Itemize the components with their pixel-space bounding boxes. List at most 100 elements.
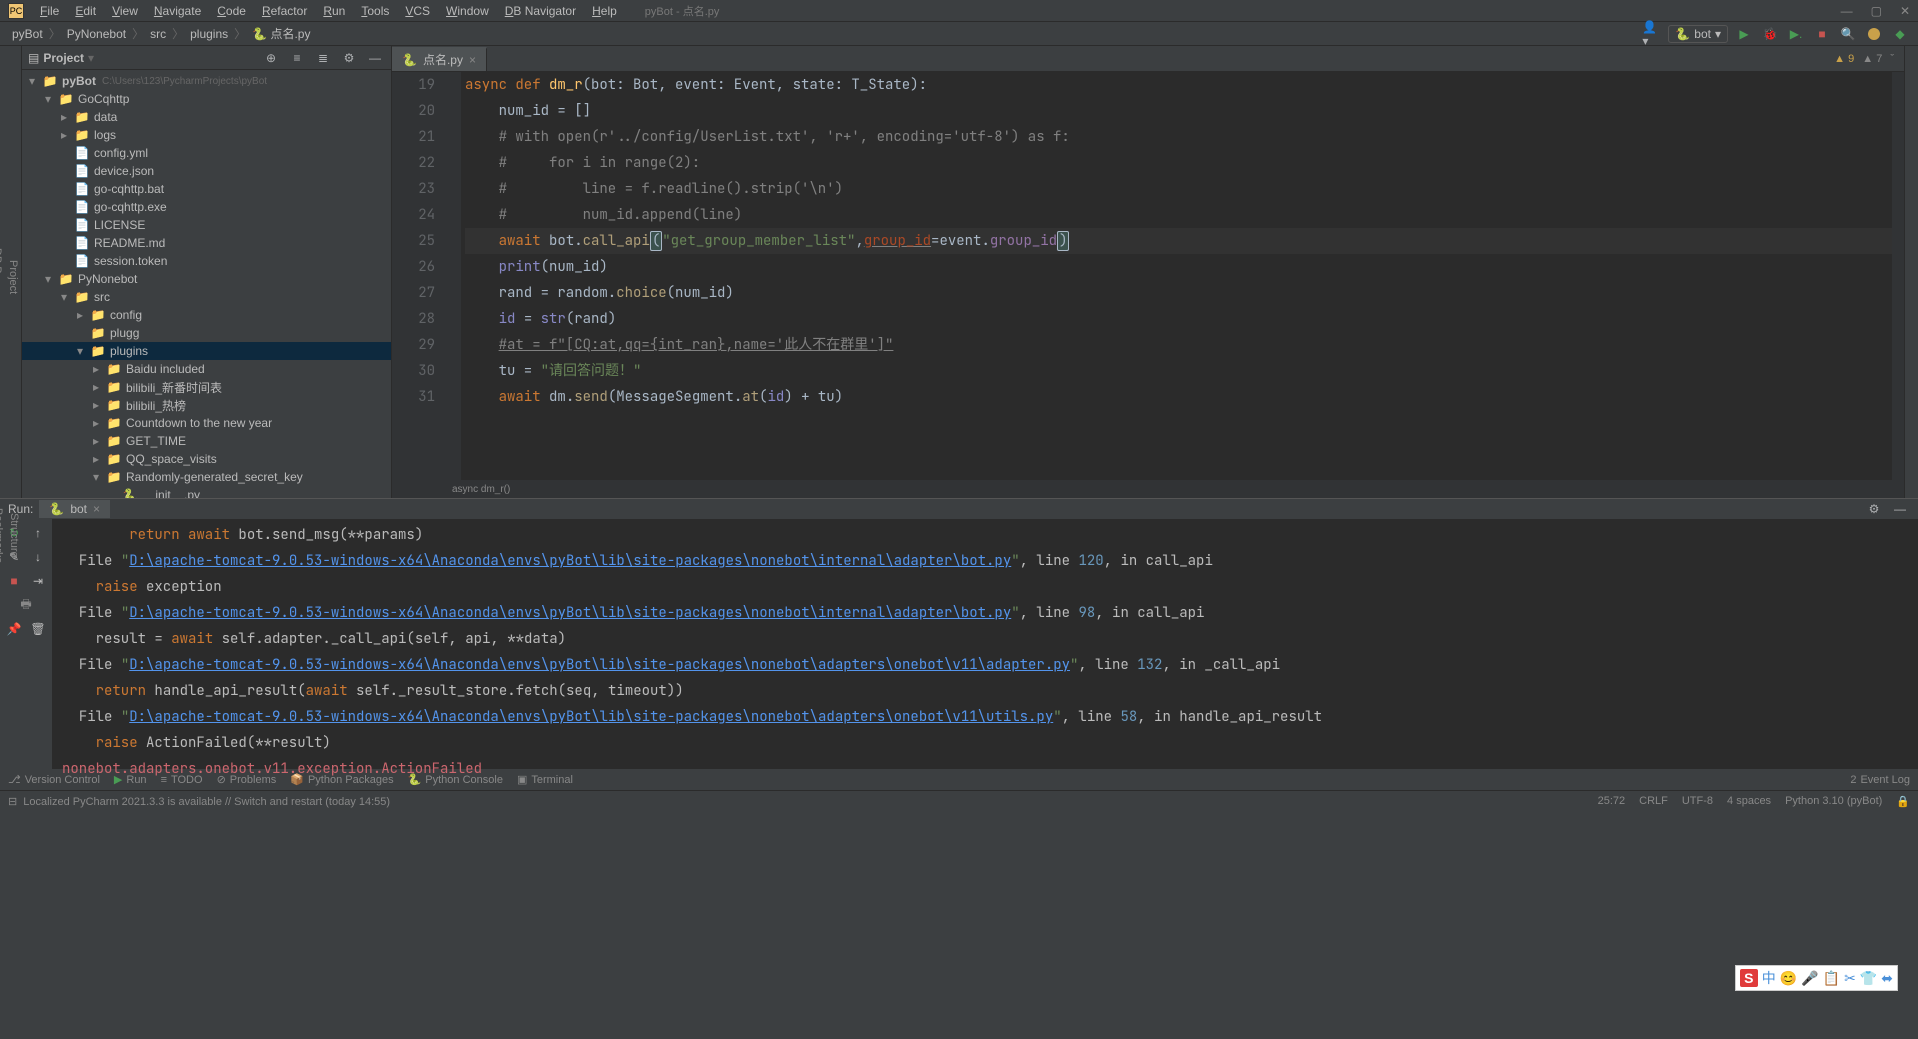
- menu-tools[interactable]: Tools: [353, 2, 397, 20]
- bottom-tab-python-console[interactable]: 🐍 Python Console: [408, 773, 503, 786]
- status-lock-icon[interactable]: 🔒: [1896, 795, 1910, 808]
- down-stack-button[interactable]: ↓: [28, 547, 48, 567]
- code-line[interactable]: # for i in range(2):: [465, 150, 1892, 176]
- tool-structure-tab[interactable]: Structure: [6, 500, 22, 571]
- run-button[interactable]: ▶: [1734, 24, 1754, 44]
- editor-tab[interactable]: 🐍 点名.py ×: [392, 47, 487, 71]
- fold-gutter[interactable]: [447, 72, 461, 480]
- breadcrumb-item[interactable]: plugins: [186, 27, 232, 41]
- event-log-button[interactable]: 2 Event Log: [1850, 774, 1910, 786]
- tree-item[interactable]: 📄go-cqhttp.exe: [22, 198, 391, 216]
- menu-run[interactable]: Run: [315, 2, 353, 20]
- ime-logo-icon[interactable]: S: [1740, 969, 1758, 987]
- close-tab-icon[interactable]: ×: [469, 53, 476, 67]
- tree-item[interactable]: ▸📁config: [22, 306, 391, 324]
- bottom-tab-todo[interactable]: ≡ TODO: [161, 774, 203, 786]
- line-number[interactable]: 19: [392, 72, 435, 98]
- tree-item[interactable]: ▾📁src: [22, 288, 391, 306]
- ime-emoji-icon[interactable]: 😊: [1780, 970, 1797, 987]
- user-icon[interactable]: 👤▾: [1642, 24, 1662, 44]
- tree-item[interactable]: 🐍__init__.py: [22, 486, 391, 498]
- close-run-tab-icon[interactable]: ×: [93, 502, 100, 516]
- breadcrumb-item[interactable]: 🐍 点名.py: [248, 27, 314, 41]
- tool-bookmarks-tab[interactable]: Bookmarks: [0, 500, 6, 571]
- line-number[interactable]: 21: [392, 124, 435, 150]
- line-number[interactable]: 31: [392, 384, 435, 410]
- search-button[interactable]: 🔍: [1838, 24, 1858, 44]
- ime-tool-icon[interactable]: ✂: [1844, 970, 1856, 987]
- expand-all-icon[interactable]: ≡: [287, 48, 307, 68]
- select-opened-file-icon[interactable]: ⊕: [261, 48, 281, 68]
- tree-item[interactable]: 📄session.token: [22, 252, 391, 270]
- tree-item[interactable]: ▸📁Countdown to the new year: [22, 414, 391, 432]
- hide-icon[interactable]: —: [365, 48, 385, 68]
- minimize-button[interactable]: ―: [1841, 4, 1853, 18]
- breadcrumb-item[interactable]: PyNonebot: [63, 27, 130, 41]
- codewithme-icon[interactable]: [1868, 28, 1880, 40]
- bottom-tab-vcs[interactable]: ⎇ Version Control: [8, 773, 100, 786]
- bottom-tab-terminal[interactable]: ▣ Terminal: [517, 773, 573, 786]
- error-stripe[interactable]: [1892, 72, 1904, 480]
- soft-wrap-button[interactable]: ⇥: [28, 571, 48, 591]
- line-number[interactable]: 22: [392, 150, 435, 176]
- ide-settings-icon[interactable]: ◆: [1890, 24, 1910, 44]
- tree-item[interactable]: ▸📁GET_TIME: [22, 432, 391, 450]
- tree-item[interactable]: ▸📁bilibili_热榜: [22, 396, 391, 414]
- menu-help[interactable]: Help: [584, 2, 625, 20]
- project-tree[interactable]: ▾📁pyBotC:\Users\123\PycharmProjects\pyBo…: [22, 70, 391, 498]
- ime-toolbar[interactable]: S 中 😊 🎤 📋 ✂ 👕 ⬌: [1735, 965, 1898, 991]
- tool-project-tab[interactable]: Project: [5, 56, 21, 498]
- ime-keyboard-icon[interactable]: 📋: [1823, 970, 1840, 987]
- hide-run-icon[interactable]: —: [1890, 499, 1910, 519]
- tree-item[interactable]: 📄config.yml: [22, 144, 391, 162]
- line-number[interactable]: 23: [392, 176, 435, 202]
- code-line[interactable]: num_id = []: [465, 98, 1892, 124]
- inspection-chevron-icon[interactable]: ˇ: [1890, 53, 1894, 65]
- print-button[interactable]: 🖶: [16, 595, 36, 615]
- code-line[interactable]: # num_id.append(line): [465, 202, 1892, 228]
- line-number[interactable]: 28: [392, 306, 435, 332]
- tree-item[interactable]: ▾📁plugins: [22, 342, 391, 360]
- menu-window[interactable]: Window: [438, 2, 497, 20]
- stop-button[interactable]: ■: [1812, 24, 1832, 44]
- tree-item[interactable]: ▾📁PyNonebot: [22, 270, 391, 288]
- menu-navigate[interactable]: Navigate: [146, 2, 209, 20]
- status-line-sep[interactable]: CRLF: [1639, 795, 1668, 808]
- breadcrumb-item[interactable]: pyBot: [8, 27, 47, 41]
- line-number[interactable]: 26: [392, 254, 435, 280]
- line-number[interactable]: 30: [392, 358, 435, 384]
- code-area[interactable]: async def dm_r(bot: Bot, event: Event, s…: [461, 72, 1892, 480]
- ime-voice-icon[interactable]: 🎤: [1801, 970, 1818, 987]
- up-stack-button[interactable]: ↑: [28, 523, 48, 543]
- settings-icon[interactable]: ⚙: [339, 48, 359, 68]
- tree-item[interactable]: 📄README.md: [22, 234, 391, 252]
- tree-item[interactable]: 📄device.json: [22, 162, 391, 180]
- line-number[interactable]: 20: [392, 98, 435, 124]
- tree-item[interactable]: ▸📁data: [22, 108, 391, 126]
- status-first-icon[interactable]: ⊟: [8, 795, 17, 808]
- line-number[interactable]: 25: [392, 228, 435, 254]
- code-line[interactable]: rand = random.choice(num_id): [465, 280, 1892, 306]
- code-line[interactable]: await bot.call_api("get_group_member_lis…: [465, 228, 1892, 254]
- menu-code[interactable]: Code: [209, 2, 254, 20]
- run-config-selector[interactable]: 🐍 bot ▾: [1668, 25, 1728, 43]
- menu-edit[interactable]: Edit: [67, 2, 104, 20]
- tree-item[interactable]: ▸📁Baidu included: [22, 360, 391, 378]
- status-caret-pos[interactable]: 25:72: [1598, 795, 1626, 808]
- tree-item[interactable]: ▸📁QQ_space_visits: [22, 450, 391, 468]
- collapse-all-icon[interactable]: ≣: [313, 48, 333, 68]
- tree-root[interactable]: ▾📁pyBotC:\Users\123\PycharmProjects\pyBo…: [22, 72, 391, 90]
- warnings-indicator[interactable]: ▲ 9: [1834, 53, 1854, 65]
- tree-item[interactable]: ▸📁logs: [22, 126, 391, 144]
- code-line[interactable]: await dm.send(MessageSegment.at(id) + tu…: [465, 384, 1892, 410]
- code-line[interactable]: tu = "请回答问题！": [465, 358, 1892, 384]
- run-coverage-button[interactable]: ▶.: [1786, 24, 1806, 44]
- tree-item[interactable]: ▾📁Randomly-generated_secret_key: [22, 468, 391, 486]
- run-tab[interactable]: 🐍 bot ×: [39, 500, 110, 518]
- code-line[interactable]: #at = f"[CQ:at,qq={int_ran},name='此人不在群里…: [465, 332, 1892, 358]
- menu-db-navigator[interactable]: DB Navigator: [497, 2, 584, 20]
- code-line[interactable]: async def dm_r(bot: Bot, event: Event, s…: [465, 72, 1892, 98]
- tool-db-browser-tab[interactable]: DB Browser: [0, 56, 5, 498]
- code-line[interactable]: print(num_id): [465, 254, 1892, 280]
- bottom-tab-python-packages[interactable]: 📦 Python Packages: [290, 773, 393, 786]
